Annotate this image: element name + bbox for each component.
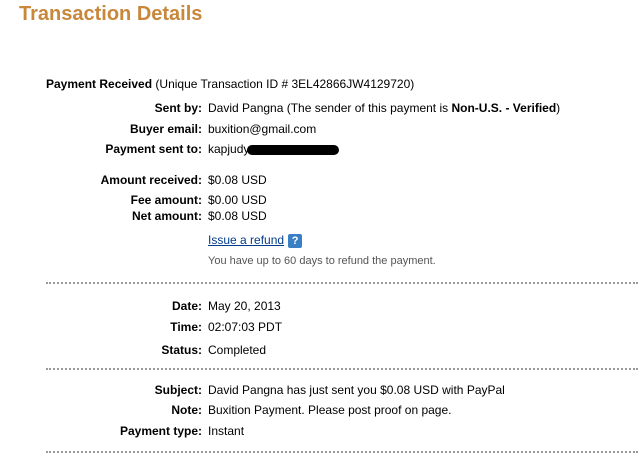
note-value: Buxition Payment. Please post proof on p…: [208, 403, 452, 417]
sender-close-paren: ): [556, 101, 561, 115]
refund-row: Issue a refund?: [0, 233, 638, 249]
date-value: May 20, 2013: [208, 299, 281, 313]
buyer-email-row: Buyer email: buxition@gmail.com: [0, 122, 638, 138]
note-row: Note: Buxition Payment. Please post proo…: [0, 403, 638, 419]
payment-sent-to-row: Payment sent to: kapjudy: [0, 142, 638, 158]
time-row: Time: 02:07:03 PDT: [0, 320, 638, 336]
status-value: Completed: [208, 343, 267, 357]
transaction-id: (Unique Transaction ID # 3EL42866JW41297…: [155, 77, 415, 91]
payment-header: Payment Received (Unique Transaction ID …: [46, 77, 414, 91]
section-divider: [46, 282, 638, 284]
time-value: 02:07:03 PDT: [208, 320, 283, 334]
payment-type-label: Payment type:: [119, 424, 202, 438]
date-label: Date:: [171, 299, 202, 313]
recipient-email: kapjudy: [208, 142, 250, 156]
payment-sent-to-label: Payment sent to:: [105, 142, 202, 156]
subject-label: Subject:: [154, 383, 202, 397]
sender-verification: Non-U.S. - Verified: [451, 101, 557, 115]
note-label: Note:: [171, 403, 202, 417]
page-title: Transaction Details: [19, 3, 203, 25]
fee-amount-label: Fee amount:: [130, 193, 202, 207]
net-amount-label: Net amount:: [132, 209, 202, 223]
amount-received-label: Amount received:: [100, 173, 202, 187]
net-amount-row: Net amount: $0.08 USD: [0, 209, 638, 225]
date-row: Date: May 20, 2013: [0, 299, 638, 315]
payment-type-row: Payment type: Instant: [0, 424, 638, 440]
issue-refund-link[interactable]: Issue a refund: [208, 233, 284, 247]
payment-type-value: Instant: [208, 424, 245, 438]
payment-sent-to-value: kapjudy: [208, 142, 340, 156]
net-amount-value: $0.08 USD: [208, 209, 267, 223]
status-label: Status:: [161, 343, 202, 357]
fee-amount-row: Fee amount: $0.00 USD: [0, 193, 638, 209]
section-divider: [46, 368, 638, 370]
buyer-email-value: buxition@gmail.com: [208, 122, 317, 136]
help-icon[interactable]: ?: [288, 233, 303, 248]
sent-by-value: David Pangna (The sender of this payment…: [208, 101, 560, 115]
refund-note: You have up to 60 days to refund the pay…: [208, 255, 436, 267]
sent-by-row: Sent by: David Pangna (The sender of thi…: [0, 101, 638, 117]
section-divider: [46, 451, 638, 453]
buyer-email-label: Buyer email:: [129, 122, 202, 136]
status-row: Status: Completed: [0, 343, 638, 359]
payment-status-label: Payment Received: [46, 77, 153, 91]
sender-name: David Pangna (The sender of this payment…: [208, 101, 449, 115]
subject-row: Subject: David Pangna has just sent you …: [0, 383, 638, 399]
fee-amount-value: $0.00 USD: [208, 193, 267, 207]
redaction-mark: [247, 144, 340, 155]
amount-received-value: $0.08 USD: [208, 173, 267, 187]
sent-by-label: Sent by:: [154, 101, 202, 115]
subject-value: David Pangna has just sent you $0.08 USD…: [208, 383, 505, 397]
amount-received-row: Amount received: $0.08 USD: [0, 173, 638, 189]
time-label: Time:: [170, 320, 202, 334]
